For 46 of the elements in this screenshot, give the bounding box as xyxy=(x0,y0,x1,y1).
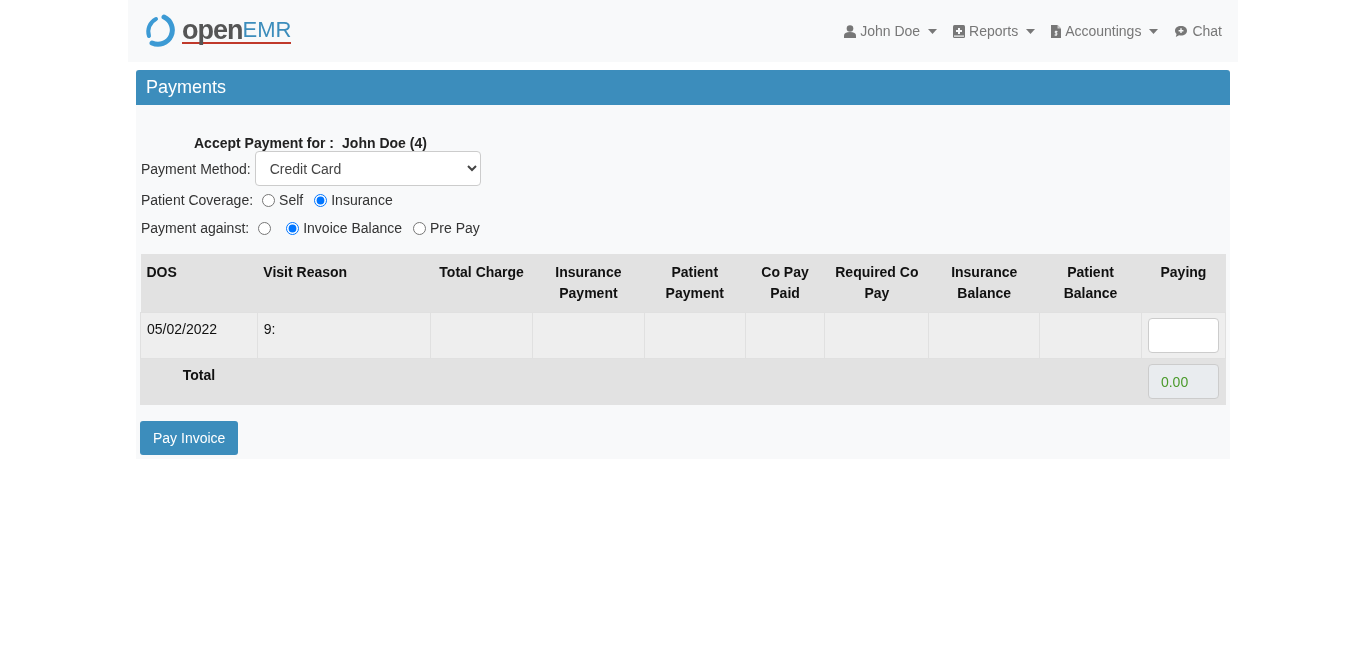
column-header: Patient Balance xyxy=(1063,264,1118,301)
column-header: Patient Payment xyxy=(665,264,724,301)
radio-label: Invoice Balance xyxy=(303,220,402,236)
logo-text: open xyxy=(182,18,243,44)
nav-menu-item[interactable]: Reports xyxy=(953,23,1036,39)
accept-payment-label: Accept Payment for : xyxy=(194,135,335,151)
nav-menu-item[interactable]: Accountings xyxy=(1051,23,1159,39)
column-header: Insurance Payment xyxy=(555,264,622,301)
payment-method-select[interactable]: Credit Card xyxy=(254,151,481,186)
total-label: Total xyxy=(182,367,216,383)
column-header: Total Charge xyxy=(439,264,524,280)
column-header: Insurance Balance xyxy=(951,264,1018,301)
nav-menu-item[interactable]: Chat xyxy=(1174,23,1222,39)
radio-button[interactable] xyxy=(262,193,276,207)
patient-name: John Doe (4) xyxy=(342,135,427,151)
nav-menu-item[interactable]: John Doe xyxy=(844,23,938,39)
book-icon xyxy=(953,24,966,38)
column-header: Required Co Pay xyxy=(835,264,919,301)
caret-icon xyxy=(928,28,938,34)
logo-icon xyxy=(144,14,178,48)
radio-group-label: Patient Coverage: xyxy=(141,192,254,208)
radio-button[interactable] xyxy=(286,221,300,235)
panel-title: Payments xyxy=(136,70,1230,105)
table-cell: 05/02/2022 xyxy=(147,321,218,337)
column-header: Paying xyxy=(1160,264,1207,280)
pay-invoice-button[interactable]: Pay Invoice xyxy=(140,421,239,455)
column-header: DOS xyxy=(146,264,177,280)
radio-label: Self xyxy=(279,192,304,208)
caret-icon xyxy=(1026,28,1036,34)
column-header: Visit Reason xyxy=(263,264,348,280)
radio-button[interactable] xyxy=(258,221,272,235)
radio-button[interactable] xyxy=(413,221,426,235)
radio-label: Insurance xyxy=(331,192,393,208)
radio-label: Pre Pay xyxy=(430,220,480,236)
radio-button[interactable] xyxy=(314,193,328,207)
payment-method-label: Payment Method: xyxy=(141,160,251,177)
column-header: Co Pay Paid xyxy=(761,264,809,301)
radio-group-label: Payment against: xyxy=(141,220,250,236)
caret-icon xyxy=(1149,28,1159,34)
paying-input[interactable] xyxy=(1147,318,1219,353)
total-amount-field: 0.00 xyxy=(1147,364,1219,399)
logo-text: EMR xyxy=(242,18,292,44)
table-cell: 9: xyxy=(263,321,276,337)
chat-icon xyxy=(1174,24,1189,38)
invoice-icon xyxy=(1051,24,1062,38)
user-icon xyxy=(844,24,857,38)
